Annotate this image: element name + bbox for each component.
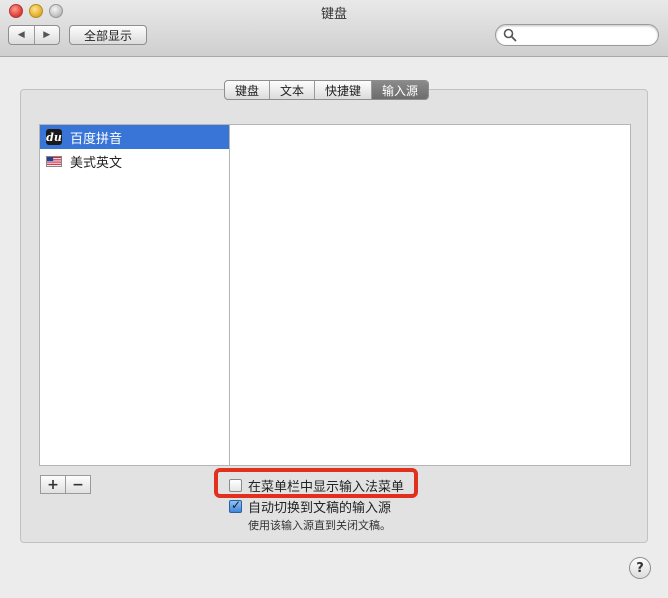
keyboard-preferences-window: 键盘 ◀ ▶ 全部显示 键盘 文本 快捷键 输入源 du 百度拼音 美式英文 +… (0, 0, 668, 598)
back-forward-group: ◀ ▶ (8, 25, 60, 45)
show-input-menu-label: 在菜单栏中显示输入法菜单 (248, 480, 405, 495)
remove-input-source-button[interactable]: − (66, 476, 90, 493)
list-item-us-english[interactable]: 美式英文 (40, 149, 229, 173)
forward-button[interactable]: ▶ (35, 26, 60, 44)
back-button[interactable]: ◀ (9, 26, 35, 44)
window-title: 键盘 (320, 7, 347, 22)
show-all-button[interactable]: 全部显示 (69, 25, 147, 45)
auto-switch-checkbox[interactable]: ✓ (229, 498, 242, 513)
input-source-label: 百度拼音 (70, 131, 123, 147)
add-remove-controls: + − (40, 475, 91, 494)
checkmark-icon: ✓ (231, 498, 242, 512)
auto-switch-option[interactable]: ✓ 自动切换到文稿的输入源 (229, 497, 391, 516)
auto-switch-note: 使用该输入源直到关闭文稿。 (248, 519, 391, 532)
input-source-label: 美式英文 (70, 155, 123, 171)
auto-switch-label: 自动切换到文稿的输入源 (248, 501, 392, 516)
show-input-menu-option[interactable]: 在菜单栏中显示输入法菜单 (229, 476, 404, 495)
list-item-baidu-pinyin[interactable]: du 百度拼音 (40, 125, 229, 149)
us-flag-icon (46, 155, 62, 167)
add-input-source-button[interactable]: + (41, 476, 66, 493)
tab-bar: 键盘 文本 快捷键 输入源 (224, 80, 430, 100)
tab-keyboard[interactable]: 键盘 (225, 81, 271, 99)
tab-text[interactable]: 文本 (270, 81, 316, 99)
forward-arrow-icon: ▶ (43, 30, 51, 40)
help-button[interactable]: ? (629, 557, 651, 579)
search-field[interactable] (495, 24, 659, 46)
input-source-list[interactable]: du 百度拼音 美式英文 (39, 124, 230, 466)
show-input-menu-checkbox[interactable] (229, 479, 242, 492)
tab-shortcuts[interactable]: 快捷键 (315, 81, 373, 99)
search-input[interactable] (518, 27, 652, 43)
input-source-detail-pane (229, 124, 631, 466)
search-icon (503, 28, 517, 42)
tab-input-sources[interactable]: 输入源 (372, 81, 429, 99)
baidu-du-icon: du (46, 129, 62, 145)
title-toolbar: 键盘 ◀ ▶ 全部显示 (0, 0, 668, 57)
back-arrow-icon: ◀ (17, 30, 25, 40)
